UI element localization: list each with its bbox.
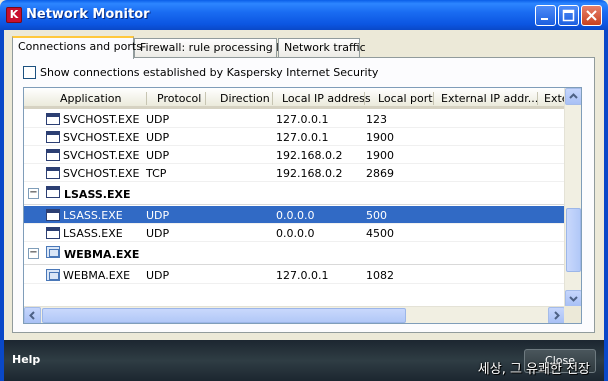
minimize-button[interactable] bbox=[535, 5, 556, 26]
cell-local-ip: 192.168.0.2 bbox=[276, 167, 343, 180]
scrollbar-corner bbox=[564, 306, 581, 323]
cell-protocol: UDP bbox=[146, 209, 170, 222]
chevron-down-icon bbox=[569, 296, 578, 302]
window-frame-left bbox=[0, 30, 4, 381]
column-separator[interactable] bbox=[433, 92, 434, 105]
cell-local-ip: 0.0.0.0 bbox=[276, 227, 315, 240]
webma-app-icon bbox=[46, 246, 60, 258]
collapse-lsass-button[interactable]: − bbox=[28, 188, 39, 199]
cell-protocol: UDP bbox=[146, 131, 170, 144]
table-row[interactable]: SVCHOST.EXE UDP 192.168.0.2 1900 bbox=[24, 146, 565, 164]
application-window-icon bbox=[46, 113, 60, 125]
column-separator[interactable] bbox=[364, 92, 365, 105]
show-kis-connections-checkbox[interactable] bbox=[23, 66, 36, 79]
cell-local-port: 123 bbox=[366, 113, 387, 126]
chevron-left-icon bbox=[29, 311, 35, 320]
cell-local-port: 1082 bbox=[366, 269, 394, 282]
table-row[interactable]: SVCHOST.EXE TCP 192.168.0.2 2869 bbox=[24, 164, 565, 182]
table-row-selected[interactable]: LSASS.EXE UDP 0.0.0.0 500 bbox=[24, 206, 565, 224]
cell-local-ip: 127.0.0.1 bbox=[276, 269, 329, 282]
application-window-icon bbox=[46, 209, 60, 221]
close-window-button[interactable] bbox=[581, 5, 602, 26]
kaspersky-logo-icon: K bbox=[6, 7, 22, 23]
horizontal-scroll-thumb[interactable] bbox=[42, 308, 406, 323]
table-row[interactable]: SVCHOST.EXE UDP 127.0.0.1 1900 bbox=[24, 128, 565, 146]
group-label: WEBMA.EXE bbox=[64, 248, 140, 261]
tab-connections-and-ports[interactable]: Connections and ports bbox=[12, 36, 142, 59]
cell-local-port: 1900 bbox=[366, 149, 394, 162]
column-header-external-ip[interactable]: External IP addr... bbox=[441, 92, 538, 105]
cell-local-port: 4500 bbox=[366, 227, 394, 240]
window-frame-right bbox=[604, 30, 608, 381]
cell-application: SVCHOST.EXE bbox=[63, 131, 140, 144]
application-window-icon bbox=[46, 167, 60, 179]
cell-local-ip: 127.0.0.1 bbox=[276, 131, 329, 144]
webma-app-icon bbox=[46, 269, 60, 281]
chevron-right-icon bbox=[554, 311, 560, 320]
title-bar[interactable]: K Network Monitor bbox=[0, 0, 608, 30]
tab-network-traffic[interactable]: Network traffic bbox=[278, 38, 366, 58]
cell-local-port: 500 bbox=[366, 209, 387, 222]
maximize-icon bbox=[562, 9, 575, 22]
help-link[interactable]: Help bbox=[12, 353, 40, 366]
cell-local-ip: 192.168.0.2 bbox=[276, 149, 343, 162]
cell-local-port: 1900 bbox=[366, 131, 394, 144]
cell-application: LSASS.EXE bbox=[63, 227, 123, 240]
connections-panel: Show connections established by Kaspersk… bbox=[12, 57, 595, 333]
application-window-icon bbox=[46, 131, 60, 143]
minimize-icon bbox=[541, 18, 548, 20]
scroll-down-button[interactable] bbox=[565, 290, 581, 307]
cell-local-ip: 0.0.0.0 bbox=[276, 209, 315, 222]
column-header-local-port[interactable]: Local port bbox=[378, 92, 433, 105]
column-separator[interactable] bbox=[537, 92, 538, 105]
column-separator[interactable] bbox=[272, 92, 273, 105]
watermark-text: 세상, 그 유쾌한 전장 bbox=[477, 362, 590, 377]
group-header-webma[interactable]: − WEBMA.EXE bbox=[24, 243, 565, 265]
group-header-lsass[interactable]: − LSASS.EXE bbox=[24, 183, 565, 205]
close-icon bbox=[586, 10, 597, 21]
collapse-webma-button[interactable]: − bbox=[28, 248, 39, 259]
footer-bar: Help Close 세상, 그 유쾌한 전장 bbox=[4, 340, 604, 381]
scroll-up-button[interactable] bbox=[565, 88, 581, 105]
cell-application: SVCHOST.EXE bbox=[63, 149, 140, 162]
cell-protocol: TCP bbox=[146, 167, 167, 180]
application-window-icon bbox=[46, 186, 60, 198]
horizontal-scrollbar[interactable] bbox=[24, 306, 565, 323]
group-label: LSASS.EXE bbox=[64, 188, 131, 201]
tab-firewall-log[interactable]: Firewall: rule processing log bbox=[134, 38, 293, 58]
application-window-icon bbox=[46, 149, 60, 161]
vertical-scroll-thumb[interactable] bbox=[566, 208, 581, 272]
cell-local-port: 2869 bbox=[366, 167, 394, 180]
column-header-protocol[interactable]: Protocol bbox=[157, 92, 201, 105]
cell-application: SVCHOST.EXE bbox=[63, 167, 140, 180]
cell-protocol: UDP bbox=[146, 269, 170, 282]
show-kis-connections-label: Show connections established by Kaspersk… bbox=[40, 66, 379, 79]
table-row[interactable]: WEBMA.EXE UDP 127.0.0.1 1082 bbox=[24, 266, 565, 284]
window-title: Network Monitor bbox=[26, 7, 150, 22]
cell-application: SVCHOST.EXE bbox=[63, 113, 140, 126]
maximize-button[interactable] bbox=[558, 5, 579, 26]
column-header-local-ip[interactable]: Local IP address bbox=[282, 92, 371, 105]
list-header: Application Protocol Direction Local IP … bbox=[24, 88, 569, 109]
column-header-application[interactable]: Application bbox=[60, 92, 121, 105]
cell-protocol: UDP bbox=[146, 113, 170, 126]
cell-protocol: UDP bbox=[146, 227, 170, 240]
cell-local-ip: 127.0.0.1 bbox=[276, 113, 329, 126]
scroll-right-button[interactable] bbox=[548, 307, 565, 323]
column-header-direction[interactable]: Direction bbox=[220, 92, 270, 105]
column-separator[interactable] bbox=[146, 92, 147, 105]
vertical-scrollbar[interactable] bbox=[564, 88, 581, 307]
column-separator[interactable] bbox=[205, 92, 206, 105]
cell-protocol: UDP bbox=[146, 149, 170, 162]
application-window-icon bbox=[46, 227, 60, 239]
connections-list[interactable]: Application Protocol Direction Local IP … bbox=[23, 87, 582, 324]
table-row[interactable]: SVCHOST.EXE UDP 127.0.0.1 123 bbox=[24, 110, 565, 128]
cell-application: WEBMA.EXE bbox=[63, 269, 131, 282]
scroll-left-button[interactable] bbox=[24, 307, 41, 323]
table-row[interactable]: LSASS.EXE UDP 0.0.0.0 4500 bbox=[24, 224, 565, 242]
cell-application: LSASS.EXE bbox=[63, 209, 123, 222]
chevron-up-icon bbox=[569, 93, 578, 99]
